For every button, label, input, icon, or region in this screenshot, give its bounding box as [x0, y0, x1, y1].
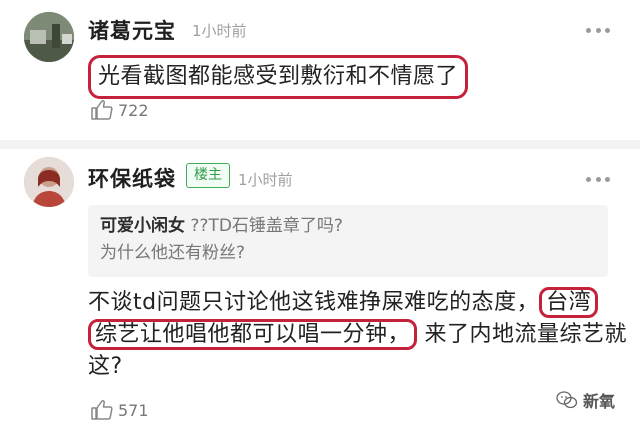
- username[interactable]: 环保纸袋: [88, 163, 176, 193]
- wechat-icon: [556, 391, 578, 409]
- like-button[interactable]: 571: [90, 398, 149, 422]
- highlight-box-1: 台湾: [539, 287, 599, 318]
- more-options-button[interactable]: [586, 171, 610, 187]
- comment-2: 环保纸袋 楼主 1小时前 可爱小闲女 ??TD石锤盖章了吗? 为什么他还有粉丝?…: [0, 150, 640, 428]
- like-button[interactable]: 722: [90, 98, 149, 122]
- thumbs-up-icon: [91, 400, 113, 420]
- like-count: 722: [118, 100, 149, 120]
- timestamp: 1小时前: [192, 22, 247, 40]
- quoted-text-line1: ??TD石锤盖章了吗?: [190, 216, 343, 236]
- watermark-text: 新氧: [583, 392, 616, 411]
- op-badge: 楼主: [186, 163, 230, 188]
- highlight-box-2: 综艺让他唱他都可以唱一分钟，: [88, 319, 418, 350]
- like-count: 571: [118, 400, 149, 420]
- comment-1: 诸葛元宝 1小时前 光看截图都能感受到敷衍和不情愿了 722: [0, 0, 640, 136]
- quoted-comment[interactable]: 可爱小闲女 ??TD石锤盖章了吗? 为什么他还有粉丝?: [88, 205, 608, 277]
- highlight-box: 光看截图都能感受到敷衍和不情愿了: [88, 55, 469, 99]
- reply-part-1: 不谈td问题只讨论他这钱难挣屎难吃的态度，: [88, 290, 540, 315]
- avatar[interactable]: [24, 157, 74, 207]
- username[interactable]: 诸葛元宝: [88, 15, 176, 45]
- watermark: 新氧: [556, 388, 615, 412]
- more-options-button[interactable]: [586, 22, 610, 38]
- landscape-avatar-icon: [24, 12, 74, 62]
- quoted-username[interactable]: 可爱小闲女: [100, 216, 185, 236]
- portrait-avatar-icon: [24, 157, 74, 207]
- reply-text: 不谈td问题只讨论他这钱难挣屎难吃的态度， 台湾 综艺让他唱他都可以唱一分钟， 来…: [88, 287, 628, 383]
- quoted-text-line2: 为什么他还有粉丝?: [100, 243, 246, 263]
- timestamp: 1小时前: [238, 171, 293, 189]
- comment-text: 光看截图都能感受到敷衍和不情愿了: [88, 55, 469, 99]
- thumbs-up-icon: [91, 100, 113, 120]
- divider: [0, 140, 640, 149]
- avatar[interactable]: [24, 12, 74, 62]
